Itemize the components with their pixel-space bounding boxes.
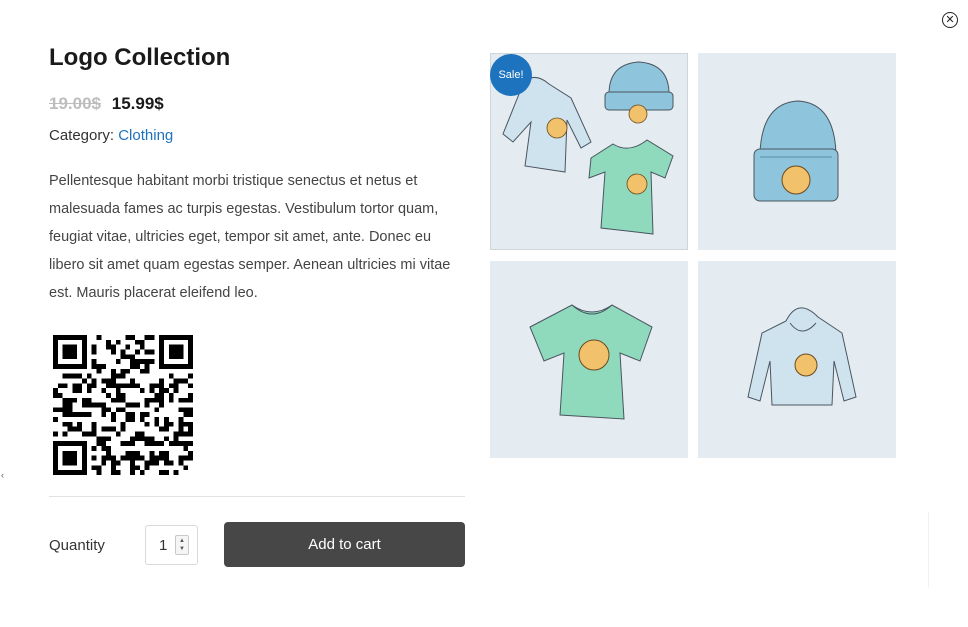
frame-edge xyxy=(928,512,929,588)
quantity-stepper[interactable]: 1 ▲ ▼ xyxy=(145,525,198,565)
category-label: Category: xyxy=(49,127,115,144)
product-description: Pellentesque habitant morbi tristique se… xyxy=(49,173,451,301)
chevron-updown-icon[interactable]: ▲ ▼ xyxy=(175,535,189,555)
price-row: 19.00$ 15.99$ xyxy=(49,94,164,114)
chevron-left-icon[interactable]: ‹ xyxy=(1,470,4,480)
sale-price: 15.99$ xyxy=(111,94,164,113)
add-to-cart-button[interactable]: Add to cart xyxy=(224,522,465,567)
product-category: Category: Clothing xyxy=(49,127,173,144)
divider xyxy=(49,496,465,497)
gallery-image-tshirt[interactable] xyxy=(490,261,688,458)
gallery-image-beanie[interactable] xyxy=(698,53,896,250)
old-price: 19.00$ xyxy=(49,94,101,113)
product-title: Logo Collection xyxy=(49,44,231,71)
sale-badge: Sale! xyxy=(490,54,532,96)
gallery-image-hoodie[interactable] xyxy=(698,261,896,458)
close-icon[interactable]: ✕ xyxy=(942,12,958,28)
quantity-label: Quantity xyxy=(49,537,105,554)
quantity-input[interactable]: 1 xyxy=(159,537,173,554)
category-link[interactable]: Clothing xyxy=(118,127,173,144)
qr-code xyxy=(53,335,193,475)
